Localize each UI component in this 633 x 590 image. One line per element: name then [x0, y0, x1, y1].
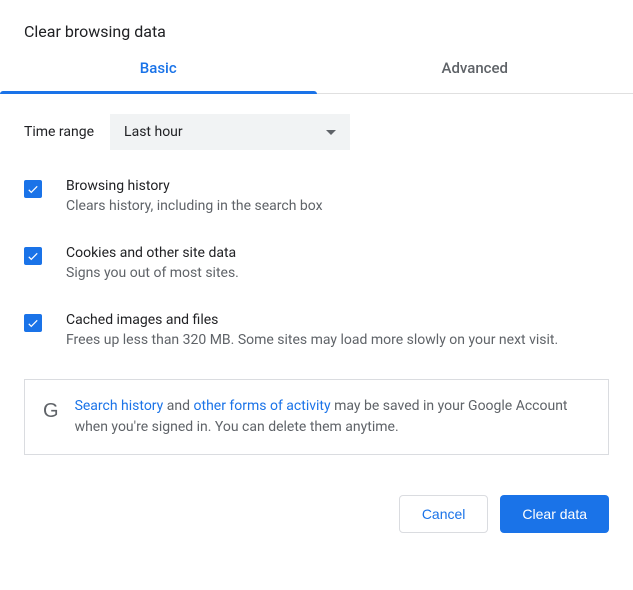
checkbox-cache[interactable]: [24, 314, 42, 332]
info-sep: and: [163, 398, 193, 414]
clear-data-button[interactable]: Clear data: [500, 495, 609, 533]
time-range-label: Time range: [24, 124, 94, 140]
option-text: Cached images and files Frees up less th…: [66, 312, 609, 351]
option-desc: Signs you out of most sites.: [66, 263, 609, 284]
search-history-link[interactable]: Search history: [75, 398, 164, 414]
google-g-icon: G: [43, 400, 59, 423]
tab-advanced[interactable]: Advanced: [317, 59, 633, 93]
option-cache: Cached images and files Frees up less th…: [24, 312, 609, 351]
time-range-row: Time range Last hour: [24, 114, 609, 150]
option-title: Cookies and other site data: [66, 245, 609, 261]
check-icon: [26, 249, 40, 263]
time-range-value: Last hour: [124, 124, 183, 140]
check-icon: [26, 316, 40, 330]
chevron-down-icon: [326, 130, 336, 135]
time-range-select[interactable]: Last hour: [110, 114, 350, 150]
tab-basic[interactable]: Basic: [0, 59, 317, 93]
option-text: Cookies and other site data Signs you ou…: [66, 245, 609, 284]
checkbox-cookies[interactable]: [24, 247, 42, 265]
dialog-content: Time range Last hour Browsing history Cl…: [0, 94, 633, 455]
dialog-footer: Cancel Clear data: [0, 455, 633, 533]
check-icon: [26, 182, 40, 196]
option-cookies: Cookies and other site data Signs you ou…: [24, 245, 609, 284]
option-title: Browsing history: [66, 178, 609, 194]
google-account-info: G Search history and other forms of acti…: [24, 379, 609, 455]
clear-browsing-data-dialog: Clear browsing data Basic Advanced Time …: [0, 0, 633, 533]
option-desc: Clears history, including in the search …: [66, 196, 609, 217]
option-desc: Frees up less than 320 MB. Some sites ma…: [66, 330, 609, 351]
option-browsing-history: Browsing history Clears history, includi…: [24, 178, 609, 217]
option-text: Browsing history Clears history, includi…: [66, 178, 609, 217]
tabs-bar: Basic Advanced: [0, 59, 633, 94]
option-title: Cached images and files: [66, 312, 609, 328]
dialog-title: Clear browsing data: [0, 0, 633, 59]
other-activity-link[interactable]: other forms of activity: [194, 398, 331, 414]
info-text: Search history and other forms of activi…: [75, 396, 590, 438]
cancel-button[interactable]: Cancel: [399, 495, 489, 533]
checkbox-browsing-history[interactable]: [24, 180, 42, 198]
